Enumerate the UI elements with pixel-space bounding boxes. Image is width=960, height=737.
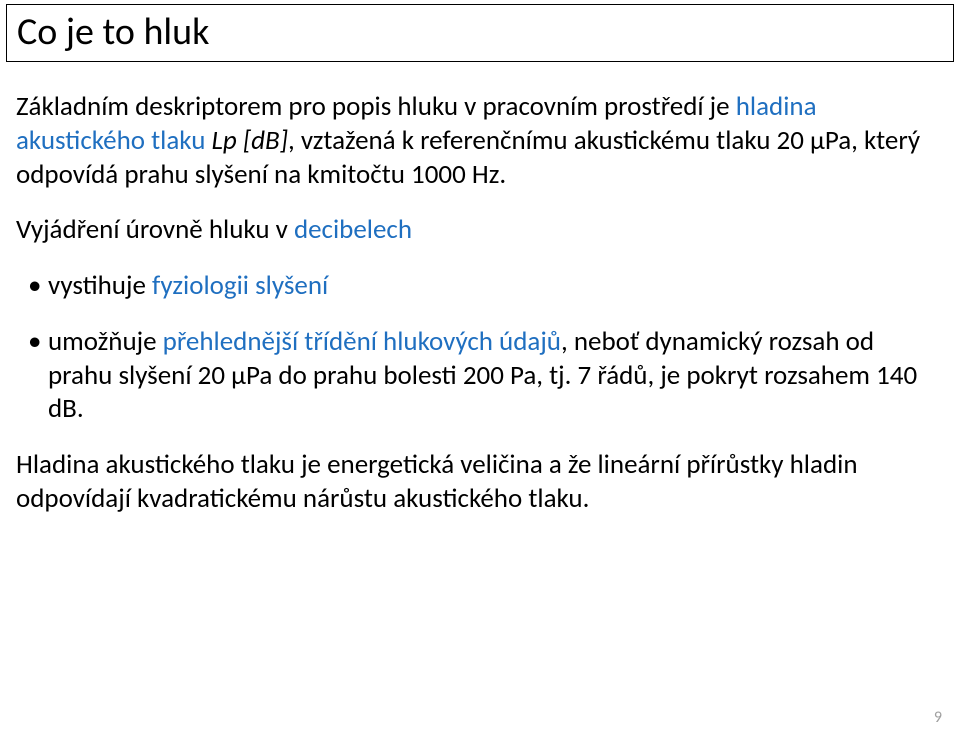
slide-content: Základním deskriptorem pro popis hluku v… — [16, 90, 928, 538]
slide-title: Co je to hluk — [17, 9, 943, 55]
bullet-2-pre: umožňuje — [48, 325, 163, 358]
decibel-pre: Vyjádření úrovně hluku v — [16, 213, 294, 246]
link-decibelech: decibelech — [294, 213, 412, 246]
page-number: 9 — [934, 708, 942, 727]
decibel-paragraph: Vyjádření úrovně hluku v decibelech — [16, 213, 928, 247]
footer-paragraph: Hladina akustického tlaku je energetická… — [16, 448, 928, 516]
link-fyziologii: fyziologii slyšení — [152, 269, 328, 302]
bullet-1: vystihuje fyziologii slyšení — [28, 269, 928, 303]
title-box: Co je to hluk — [6, 4, 954, 62]
intro-pre: Základním deskriptorem pro popis hluku v… — [16, 90, 736, 123]
lp-symbol: Lp [dB] — [212, 124, 288, 157]
bullet-list: vystihuje fyziologii slyšení umožňuje př… — [16, 269, 928, 426]
link-trideni: přehlednější třídění hlukových údajů — [163, 325, 561, 358]
bullet-2: umožňuje přehlednější třídění hlukových … — [28, 325, 928, 426]
bullet-1-pre: vystihuje — [48, 269, 152, 302]
intro-paragraph: Základním deskriptorem pro popis hluku v… — [16, 90, 928, 191]
